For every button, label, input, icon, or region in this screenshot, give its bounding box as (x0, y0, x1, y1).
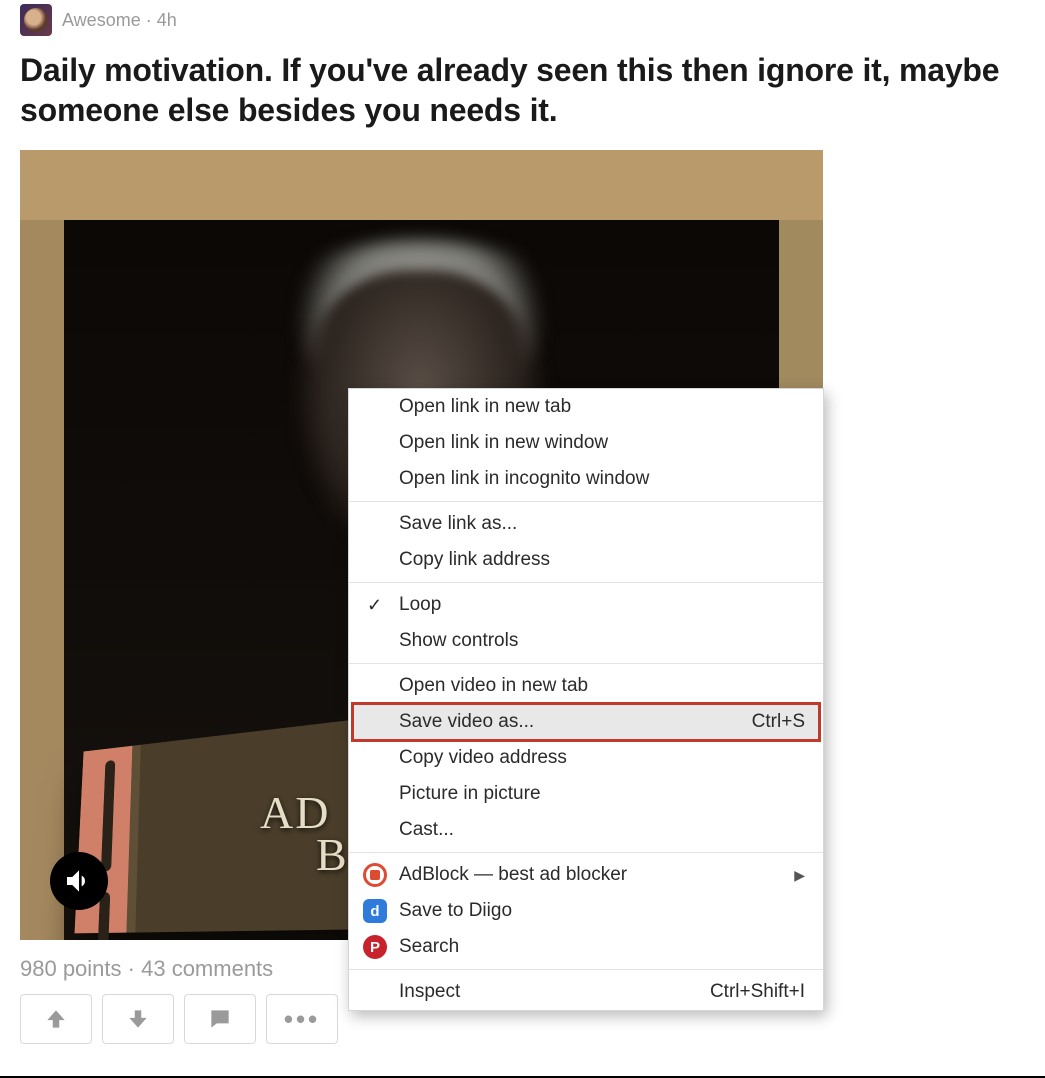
meta-separator: · (128, 956, 141, 981)
ctx-divider (349, 663, 823, 664)
ctx-save-link[interactable]: Save link as... (349, 506, 823, 542)
chevron-right-icon: ▶ (794, 867, 805, 884)
post-byline[interactable]: Awesome · 4h (62, 10, 177, 31)
ctx-show-controls[interactable]: Show controls (349, 623, 823, 659)
volume-icon (63, 865, 95, 897)
ctx-open-new-tab[interactable]: Open link in new tab (349, 389, 823, 425)
arrow-up-icon (43, 1006, 69, 1032)
ctx-divider (349, 582, 823, 583)
video-still-book-text: AD B (260, 790, 349, 878)
author-name[interactable]: Awesome (62, 10, 141, 30)
shortcut-label: Ctrl+S (752, 711, 805, 733)
comment-icon (207, 1006, 233, 1032)
ctx-open-new-window[interactable]: Open link in new window (349, 425, 823, 461)
ctx-save-video[interactable]: Save video as... Ctrl+S (353, 704, 819, 740)
upvote-button[interactable] (20, 994, 92, 1044)
ctx-cast[interactable]: Cast... (349, 812, 823, 848)
ctx-loop[interactable]: ✓Loop (349, 587, 823, 623)
volume-button[interactable] (50, 852, 108, 910)
post-title[interactable]: Daily motivation. If you've already seen… (20, 50, 1025, 130)
ctx-divider (349, 969, 823, 970)
ctx-open-incognito[interactable]: Open link in incognito window (349, 461, 823, 497)
points-count[interactable]: 980 points (20, 956, 122, 981)
ctx-copy-video[interactable]: Copy video address (349, 740, 823, 776)
comment-button[interactable] (184, 994, 256, 1044)
arrow-down-icon (125, 1006, 151, 1032)
context-menu: Open link in new tab Open link in new wi… (348, 388, 824, 1011)
diigo-icon: d (363, 899, 387, 923)
shortcut-label: Ctrl+Shift+I (710, 981, 805, 1003)
adblock-icon (363, 863, 387, 887)
check-icon: ✓ (367, 595, 382, 616)
downvote-button[interactable] (102, 994, 174, 1044)
more-button[interactable]: ••• (266, 994, 338, 1044)
ctx-open-video[interactable]: Open video in new tab (349, 668, 823, 704)
ctx-divider (349, 501, 823, 502)
post-header: Awesome · 4h (20, 0, 1025, 40)
avatar[interactable] (20, 4, 52, 36)
ctx-pip[interactable]: Picture in picture (349, 776, 823, 812)
ctx-copy-link[interactable]: Copy link address (349, 542, 823, 578)
ctx-search[interactable]: P Search (349, 929, 823, 965)
post-age: 4h (157, 10, 177, 30)
comments-count[interactable]: 43 comments (141, 956, 273, 981)
ctx-divider (349, 852, 823, 853)
ctx-inspect[interactable]: Inspect Ctrl+Shift+I (349, 974, 823, 1010)
pinterest-icon: P (363, 935, 387, 959)
byline-separator: · (146, 10, 157, 30)
ctx-adblock[interactable]: AdBlock — best ad blocker ▶ (349, 857, 823, 893)
more-icon: ••• (284, 1004, 320, 1035)
ctx-diigo[interactable]: d Save to Diigo (349, 893, 823, 929)
